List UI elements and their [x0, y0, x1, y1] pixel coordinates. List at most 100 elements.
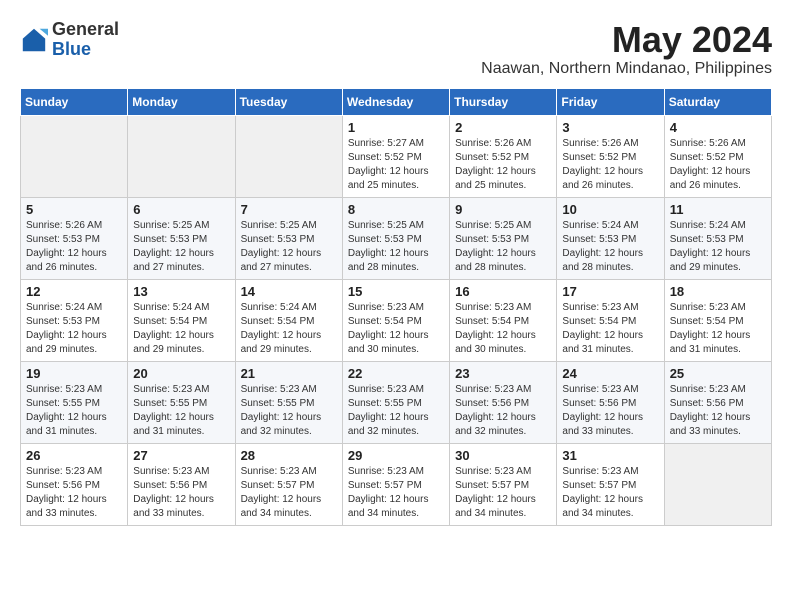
calendar-cell: 1 Sunrise: 5:27 AMSunset: 5:52 PMDaylight…	[342, 115, 449, 197]
day-info: Sunrise: 5:23 AMSunset: 5:54 PMDaylight:…	[670, 301, 766, 357]
day-number: 18	[670, 284, 766, 299]
day-info: Sunrise: 5:23 AMSunset: 5:55 PMDaylight:…	[133, 383, 229, 439]
calendar-cell: 19 Sunrise: 5:23 AMSunset: 5:55 PMDayligh…	[21, 361, 128, 443]
calendar-table: SundayMondayTuesdayWednesdayThursdayFrid…	[20, 88, 772, 526]
day-info: Sunrise: 5:23 AMSunset: 5:55 PMDaylight:…	[26, 383, 122, 439]
day-number: 8	[348, 202, 444, 217]
calendar-cell: 13 Sunrise: 5:24 AMSunset: 5:54 PMDayligh…	[128, 279, 235, 361]
day-number: 3	[562, 120, 658, 135]
day-info: Sunrise: 5:26 AMSunset: 5:52 PMDaylight:…	[455, 137, 551, 193]
calendar-cell: 22Sunrise: 5:23 AMSunset: 5:55 PMDayligh…	[342, 361, 449, 443]
calendar-cell: 17Sunrise: 5:23 AMSunset: 5:54 PMDayligh…	[557, 279, 664, 361]
calendar-week-row: 26 Sunrise: 5:23 AMSunset: 5:56 PMDayligh…	[21, 443, 772, 525]
day-info: Sunrise: 5:23 AMSunset: 5:56 PMDaylight:…	[455, 383, 551, 439]
weekday-header-wednesday: Wednesday	[342, 88, 449, 115]
day-number: 10	[562, 202, 658, 217]
day-info: Sunrise: 5:26 AMSunset: 5:52 PMDaylight:…	[562, 137, 658, 193]
calendar-cell: 27 Sunrise: 5:23 AMSunset: 5:56 PMDayligh…	[128, 443, 235, 525]
day-number: 4	[670, 120, 766, 135]
day-info: Sunrise: 5:23 AMSunset: 5:56 PMDaylight:…	[562, 383, 658, 439]
header: General Blue May 2024 Naawan, Northern M…	[20, 20, 772, 78]
day-number: 6	[133, 202, 229, 217]
calendar-cell: 10 Sunrise: 5:24 AMSunset: 5:53 PMDayligh…	[557, 197, 664, 279]
calendar-cell: 28Sunrise: 5:23 AMSunset: 5:57 PMDayligh…	[235, 443, 342, 525]
weekday-header-tuesday: Tuesday	[235, 88, 342, 115]
calendar-week-row: 1 Sunrise: 5:27 AMSunset: 5:52 PMDaylight…	[21, 115, 772, 197]
day-number: 30	[455, 448, 551, 463]
calendar-cell: 7 Sunrise: 5:25 AMSunset: 5:53 PMDaylight…	[235, 197, 342, 279]
day-info: Sunrise: 5:25 AMSunset: 5:53 PMDaylight:…	[241, 219, 337, 275]
calendar-cell: 16 Sunrise: 5:23 AMSunset: 5:54 PMDayligh…	[450, 279, 557, 361]
day-info: Sunrise: 5:23 AMSunset: 5:55 PMDaylight:…	[241, 383, 337, 439]
calendar-cell: 18 Sunrise: 5:23 AMSunset: 5:54 PMDayligh…	[664, 279, 771, 361]
day-number: 13	[133, 284, 229, 299]
calendar-cell: 30 Sunrise: 5:23 AMSunset: 5:57 PMDayligh…	[450, 443, 557, 525]
day-number: 14	[241, 284, 337, 299]
day-info: Sunrise: 5:23 AMSunset: 5:57 PMDaylight:…	[562, 465, 658, 521]
calendar-body: 1 Sunrise: 5:27 AMSunset: 5:52 PMDaylight…	[21, 115, 772, 525]
day-number: 11	[670, 202, 766, 217]
day-info: Sunrise: 5:23 AMSunset: 5:56 PMDaylight:…	[133, 465, 229, 521]
day-info: Sunrise: 5:25 AMSunset: 5:53 PMDaylight:…	[133, 219, 229, 275]
weekday-header-row: SundayMondayTuesdayWednesdayThursdayFrid…	[21, 88, 772, 115]
title-area: May 2024 Naawan, Northern Mindanao, Phil…	[481, 20, 772, 78]
day-number: 16	[455, 284, 551, 299]
calendar-cell: 31 Sunrise: 5:23 AMSunset: 5:57 PMDayligh…	[557, 443, 664, 525]
calendar-cell: 3 Sunrise: 5:26 AMSunset: 5:52 PMDaylight…	[557, 115, 664, 197]
calendar-cell	[21, 115, 128, 197]
day-number: 23	[455, 366, 551, 381]
day-info: Sunrise: 5:23 AMSunset: 5:54 PMDaylight:…	[348, 301, 444, 357]
month-title: May 2024	[481, 20, 772, 60]
day-info: Sunrise: 5:23 AMSunset: 5:54 PMDaylight:…	[455, 301, 551, 357]
day-info: Sunrise: 5:24 AMSunset: 5:53 PMDaylight:…	[562, 219, 658, 275]
day-number: 19	[26, 366, 122, 381]
day-number: 22	[348, 366, 444, 381]
calendar-cell: 23 Sunrise: 5:23 AMSunset: 5:56 PMDayligh…	[450, 361, 557, 443]
calendar-cell: 20 Sunrise: 5:23 AMSunset: 5:55 PMDayligh…	[128, 361, 235, 443]
day-info: Sunrise: 5:24 AMSunset: 5:54 PMDaylight:…	[241, 301, 337, 357]
day-info: Sunrise: 5:27 AMSunset: 5:52 PMDaylight:…	[348, 137, 444, 193]
day-number: 20	[133, 366, 229, 381]
day-info: Sunrise: 5:23 AMSunset: 5:57 PMDaylight:…	[455, 465, 551, 521]
calendar-cell	[128, 115, 235, 197]
day-info: Sunrise: 5:26 AMSunset: 5:52 PMDaylight:…	[670, 137, 766, 193]
day-info: Sunrise: 5:23 AMSunset: 5:56 PMDaylight:…	[26, 465, 122, 521]
day-info: Sunrise: 5:24 AMSunset: 5:53 PMDaylight:…	[26, 301, 122, 357]
day-number: 12	[26, 284, 122, 299]
calendar-cell: 14 Sunrise: 5:24 AMSunset: 5:54 PMDayligh…	[235, 279, 342, 361]
calendar-cell: 21Sunrise: 5:23 AMSunset: 5:55 PMDayligh…	[235, 361, 342, 443]
weekday-header-friday: Friday	[557, 88, 664, 115]
calendar-cell: 4 Sunrise: 5:26 AMSunset: 5:52 PMDaylight…	[664, 115, 771, 197]
day-number: 1	[348, 120, 444, 135]
calendar-cell	[664, 443, 771, 525]
logo: General Blue	[20, 20, 119, 60]
day-info: Sunrise: 5:23 AMSunset: 5:54 PMDaylight:…	[562, 301, 658, 357]
day-number: 7	[241, 202, 337, 217]
calendar-week-row: 19 Sunrise: 5:23 AMSunset: 5:55 PMDayligh…	[21, 361, 772, 443]
calendar-cell: 15 Sunrise: 5:23 AMSunset: 5:54 PMDayligh…	[342, 279, 449, 361]
day-info: Sunrise: 5:25 AMSunset: 5:53 PMDaylight:…	[455, 219, 551, 275]
day-number: 26	[26, 448, 122, 463]
calendar-week-row: 5 Sunrise: 5:26 AMSunset: 5:53 PMDaylight…	[21, 197, 772, 279]
calendar-cell: 2Sunrise: 5:26 AMSunset: 5:52 PMDaylight…	[450, 115, 557, 197]
day-number: 27	[133, 448, 229, 463]
day-number: 5	[26, 202, 122, 217]
calendar-cell: 5 Sunrise: 5:26 AMSunset: 5:53 PMDaylight…	[21, 197, 128, 279]
day-info: Sunrise: 5:24 AMSunset: 5:53 PMDaylight:…	[670, 219, 766, 275]
weekday-header-sunday: Sunday	[21, 88, 128, 115]
day-number: 28	[241, 448, 337, 463]
calendar-cell: 6 Sunrise: 5:25 AMSunset: 5:53 PMDaylight…	[128, 197, 235, 279]
day-info: Sunrise: 5:26 AMSunset: 5:53 PMDaylight:…	[26, 219, 122, 275]
calendar-cell: 12 Sunrise: 5:24 AMSunset: 5:53 PMDayligh…	[21, 279, 128, 361]
calendar-cell	[235, 115, 342, 197]
day-number: 15	[348, 284, 444, 299]
day-info: Sunrise: 5:23 AMSunset: 5:56 PMDaylight:…	[670, 383, 766, 439]
day-info: Sunrise: 5:23 AMSunset: 5:57 PMDaylight:…	[348, 465, 444, 521]
day-info: Sunrise: 5:25 AMSunset: 5:53 PMDaylight:…	[348, 219, 444, 275]
weekday-header-monday: Monday	[128, 88, 235, 115]
location-title: Naawan, Northern Mindanao, Philippines	[481, 60, 772, 78]
day-info: Sunrise: 5:24 AMSunset: 5:54 PMDaylight:…	[133, 301, 229, 357]
day-number: 29	[348, 448, 444, 463]
day-number: 31	[562, 448, 658, 463]
calendar-cell: 24Sunrise: 5:23 AMSunset: 5:56 PMDayligh…	[557, 361, 664, 443]
